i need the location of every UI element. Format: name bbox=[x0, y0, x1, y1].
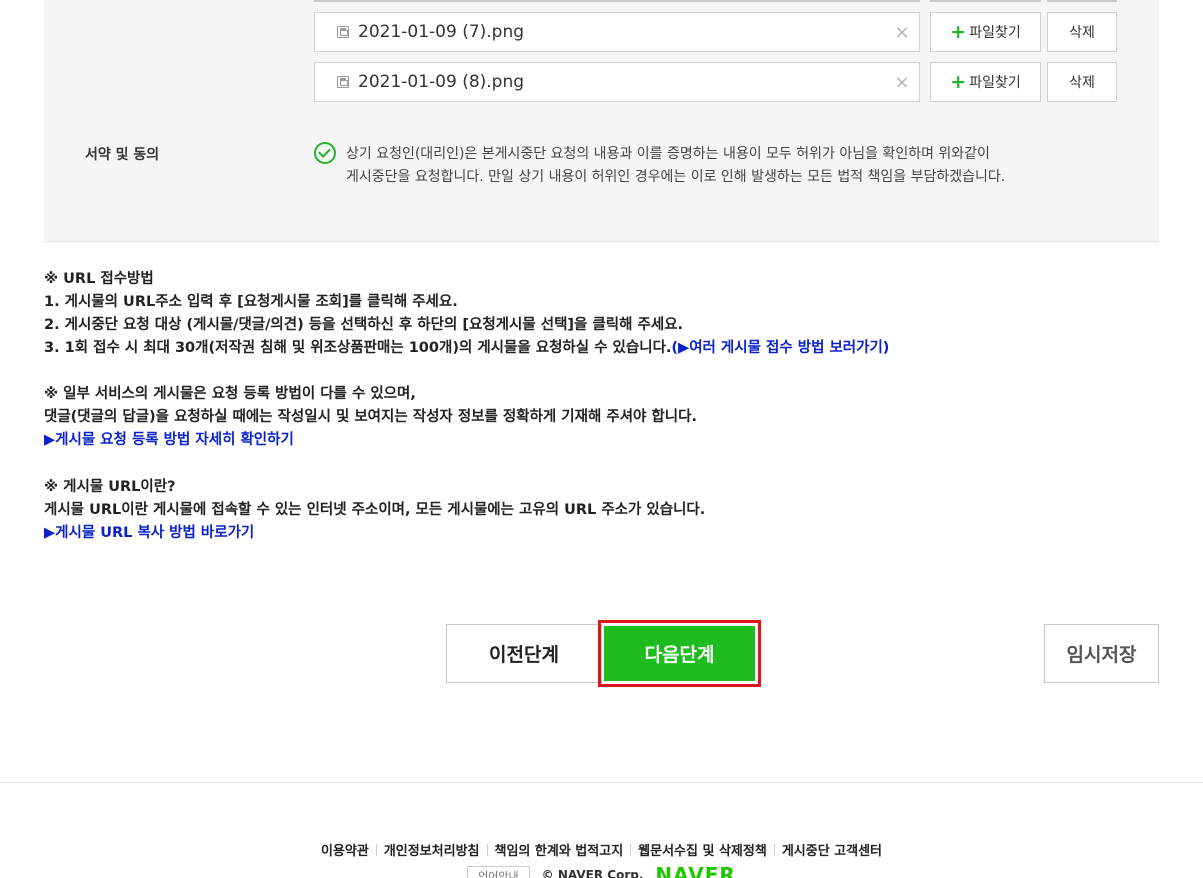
agreement-text: 상기 요청인(대리인)은 본게시중단 요청의 내용과 이를 증명하는 내용이 모… bbox=[346, 143, 1106, 189]
find-file-button[interactable]: + 파일찾기 bbox=[930, 62, 1041, 102]
url-copy-method-link[interactable]: ▶게시물 URL 복사 방법 바로가기 bbox=[44, 522, 1144, 545]
file-row-top-edge bbox=[314, 0, 920, 2]
footer-divider bbox=[0, 782, 1203, 783]
multi-submit-link[interactable]: (▶여러 게시물 접수 방법 보러가기) bbox=[671, 340, 889, 356]
clear-file-icon[interactable]: × bbox=[887, 22, 917, 43]
delete-file-button[interactable]: 삭제 bbox=[1047, 12, 1117, 52]
notice-title: ※ 게시물 URL이란? bbox=[44, 479, 176, 495]
footer-link-crawl-policy[interactable]: 웹문서수집 및 삭제정책 bbox=[638, 844, 767, 859]
file-name: 2021-01-09 (7).png bbox=[358, 22, 525, 42]
notice-title: ※ URL 접수방법 bbox=[44, 271, 154, 287]
file-icon bbox=[337, 76, 349, 88]
next-step-button[interactable]: 다음단계 bbox=[604, 626, 755, 681]
footer-separator bbox=[773, 844, 775, 856]
copyright: © NAVER Corp. bbox=[541, 868, 644, 878]
file-name-field[interactable]: 2021-01-09 (8).png × bbox=[314, 62, 920, 102]
notice-step: 1. 게시물의 URL주소 입력 후 [요청게시물 조회]를 클릭해 주세요. bbox=[44, 294, 458, 310]
notice-step-text: 3. 1회 접수 시 최대 30개(저작권 침해 및 위조상품판매는 100개)… bbox=[44, 340, 672, 356]
registration-method-link[interactable]: ▶게시물 요청 등록 방법 자세히 확인하기 bbox=[44, 429, 1144, 452]
find-file-label: 파일찾기 bbox=[969, 75, 1021, 91]
footer-separator bbox=[630, 844, 632, 856]
footer-separator bbox=[375, 844, 377, 856]
file-row-top-edge bbox=[930, 0, 1041, 2]
footer-separator bbox=[486, 844, 488, 856]
notice-line: 댓글(댓글의 답글)을 요청하실 때에는 작성일시 및 보여지는 작성자 정보를… bbox=[44, 409, 697, 425]
find-file-label: 파일찾기 bbox=[969, 25, 1021, 41]
notice-step: 2. 게시중단 요청 대상 (게시물/댓글/의견) 등을 선택하신 후 하단의 … bbox=[44, 317, 684, 333]
footer-links: 이용약관 개인정보처리방침 책임의 한계와 법적고지 웹문서수집 및 삭제정책 게시중단… bbox=[0, 840, 1203, 859]
agreement-line: 상기 요청인(대리인)은 본게시중단 요청의 내용과 이를 증명하는 내용이 모… bbox=[346, 146, 990, 162]
footer-link-support[interactable]: 게시중단 고객센터 bbox=[782, 844, 882, 859]
previous-step-button[interactable]: 이전단계 bbox=[446, 624, 602, 683]
notice-line: ※ 일부 서비스의 게시물은 요청 등록 방법이 다를 수 있으며, bbox=[44, 386, 416, 402]
plus-icon: + bbox=[950, 70, 967, 93]
file-row-top-edge bbox=[1047, 0, 1117, 2]
temp-save-button[interactable]: 임시저장 bbox=[1044, 624, 1159, 683]
footer-link-privacy[interactable]: 개인정보처리방침 bbox=[384, 844, 480, 859]
plus-icon: + bbox=[950, 20, 967, 43]
agreement-checkbox[interactable] bbox=[314, 142, 336, 164]
file-name: 2021-01-09 (8).png bbox=[358, 72, 525, 92]
agreement-line: 게시중단을 요청합니다. 만일 상기 내용이 허위인 경우에는 이로 인해 발생… bbox=[346, 169, 1006, 185]
naver-logo: NAVER bbox=[655, 863, 736, 878]
language-select[interactable]: 언어안내 bbox=[467, 866, 530, 878]
find-file-button[interactable]: + 파일찾기 bbox=[930, 12, 1041, 52]
file-icon bbox=[337, 26, 349, 38]
agreement-label: 서약 및 동의 bbox=[85, 147, 160, 163]
service-notice: ※ 일부 서비스의 게시물은 요청 등록 방법이 다를 수 있으며, 댓글(댓글… bbox=[44, 383, 1144, 452]
notice-line: 게시물 URL이란 게시물에 접속할 수 있는 인터넷 주소이며, 모든 게시물… bbox=[44, 502, 706, 518]
notice-step-3: 3. 1회 접수 시 최대 30개(저작권 침해 및 위조상품판매는 100개)… bbox=[44, 337, 1144, 360]
url-definition-notice: ※ 게시물 URL이란? 게시물 URL이란 게시물에 접속할 수 있는 인터넷… bbox=[44, 476, 1144, 545]
footer-link-legal[interactable]: 책임의 한계와 법적고지 bbox=[495, 844, 624, 859]
clear-file-icon[interactable]: × bbox=[887, 72, 917, 93]
url-method-notice: ※ URL 접수방법 1. 게시물의 URL주소 입력 후 [요청게시물 조회]… bbox=[44, 268, 1144, 360]
file-name-field[interactable]: 2021-01-09 (7).png × bbox=[314, 12, 920, 52]
footer-link-terms[interactable]: 이용약관 bbox=[321, 844, 369, 859]
footer-bottom: 언어안내 © NAVER Corp. NAVER bbox=[0, 863, 1203, 878]
delete-file-button[interactable]: 삭제 bbox=[1047, 62, 1117, 102]
